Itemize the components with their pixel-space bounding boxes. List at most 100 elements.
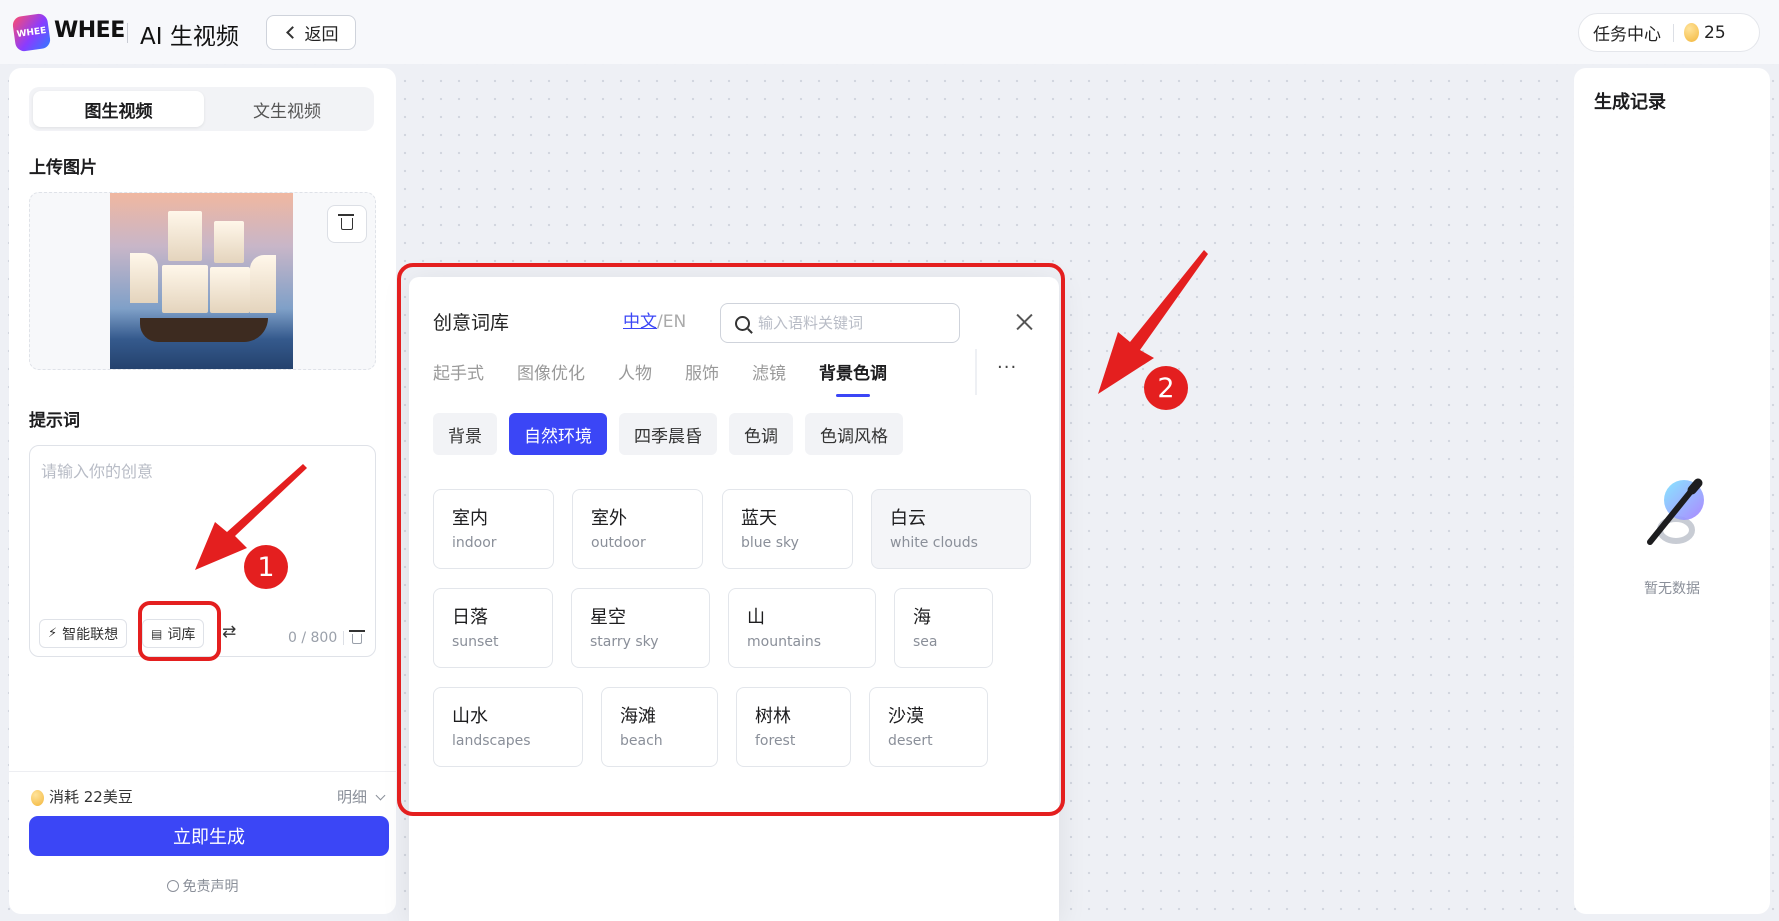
more-tabs-button[interactable]: ···	[997, 357, 1017, 378]
term-zh: 室外	[591, 508, 627, 529]
brand-name: WHEE	[54, 18, 125, 43]
footer-divider	[9, 771, 396, 772]
term-zh: 山	[747, 607, 765, 628]
smart-assoc-button[interactable]: ⚡ 智能联想	[39, 619, 128, 648]
term-card[interactable]: 室内 indoor	[433, 489, 554, 569]
term-card[interactable]: 星空 starry sky	[571, 588, 710, 668]
term-card[interactable]: 山水 landscapes	[433, 687, 583, 767]
term-card[interactable]: 海 sea	[894, 588, 993, 668]
detail-toggle[interactable]: 明细	[337, 786, 386, 807]
subtab-background[interactable]: 背景	[433, 413, 497, 455]
chevron-down-icon	[375, 790, 386, 801]
annotation-badge-2: 2	[1144, 366, 1188, 410]
search-icon	[735, 315, 750, 331]
lexicon-popup: 创意词库 中文/EN 起手式 图像优化 人物 服饰 滤镜 背景色调 ··· 背景…	[409, 277, 1059, 921]
term-zh: 海滩	[620, 706, 656, 727]
tab-filter[interactable]: 滤镜	[752, 359, 786, 389]
term-card[interactable]: 山 mountains	[728, 588, 876, 668]
lexicon-label: 词库	[167, 626, 196, 643]
paintbrush-icon	[1647, 478, 1704, 545]
magic-wand-icon: ⚡	[48, 626, 58, 641]
char-counter: 0 / 800	[288, 630, 338, 646]
term-en: outdoor	[591, 535, 646, 551]
bean-count: 25	[1704, 22, 1726, 43]
subtab-tone[interactable]: 色调	[729, 413, 793, 455]
book-icon: ▤	[151, 626, 163, 641]
uploaded-ship-image	[110, 193, 293, 369]
term-en: starry sky	[590, 634, 659, 650]
brand-divider	[127, 23, 128, 43]
history-title: 生成记录	[1594, 92, 1666, 113]
lexicon-button[interactable]: ▤ 词库	[142, 619, 205, 648]
popup-title: 创意词库	[433, 312, 510, 334]
term-card[interactable]: 白云 white clouds	[871, 489, 1031, 569]
prompt-label: 提示词	[29, 411, 80, 431]
page-title: AI 生视频	[140, 24, 239, 50]
empty-state-text: 暂无数据	[1644, 581, 1700, 597]
pill-divider	[1673, 23, 1674, 42]
whee-logo[interactable]: WHEE	[11, 12, 52, 53]
bean-icon	[31, 789, 44, 806]
term-card[interactable]: 日落 sunset	[433, 588, 553, 668]
delete-image-button[interactable]	[327, 205, 367, 243]
trash-icon	[349, 630, 365, 644]
tab-image-optimize[interactable]: 图像优化	[517, 359, 585, 389]
term-en: beach	[620, 733, 663, 749]
task-center-link[interactable]: 任务中心	[1593, 20, 1661, 45]
annotation-badge-1: 1	[244, 545, 288, 589]
term-zh: 蓝天	[741, 508, 777, 529]
upload-area[interactable]	[29, 192, 376, 370]
trash-icon	[338, 214, 354, 230]
smart-assoc-label: 智能联想	[62, 626, 119, 643]
term-zh: 白云	[890, 508, 926, 529]
cost-info: 消耗 22美豆	[31, 786, 133, 807]
tab-image-to-video[interactable]: 图生视频	[33, 91, 204, 127]
shuffle-icon[interactable]: ⇄	[222, 622, 236, 642]
term-card[interactable]: 蓝天 blue sky	[722, 489, 853, 569]
lang-zh-button[interactable]: 中文	[623, 312, 657, 332]
term-card[interactable]: 沙漠 desert	[869, 687, 988, 767]
term-card[interactable]: 树林 forest	[736, 687, 851, 767]
term-card[interactable]: 室外 outdoor	[572, 489, 703, 569]
subtab-nature[interactable]: 自然环境	[509, 413, 607, 455]
back-button[interactable]: 返回	[266, 15, 356, 50]
tabs-divider	[975, 349, 977, 395]
subtab-tone-style[interactable]: 色调风格	[805, 413, 903, 455]
term-en: sea	[913, 634, 938, 650]
generation-history-panel: 生成记录 暂无数据	[1574, 68, 1770, 914]
upload-label: 上传图片	[29, 158, 97, 178]
tab-clothing[interactable]: 服饰	[685, 359, 719, 389]
lang-en-button[interactable]: EN	[663, 312, 686, 332]
tab-starter[interactable]: 起手式	[433, 359, 484, 389]
clear-prompt-button[interactable]	[349, 630, 365, 644]
generate-button[interactable]: 立即生成	[29, 816, 389, 856]
subtab-seasons[interactable]: 四季晨昏	[619, 413, 717, 455]
info-icon	[166, 880, 179, 892]
subcategory-tabs: 背景 自然环境 四季晨昏 色调 色调风格	[433, 413, 903, 455]
task-center-pill[interactable]: 任务中心 25	[1578, 13, 1760, 52]
disclaimer-label: 免责声明	[182, 879, 239, 895]
tab-character[interactable]: 人物	[618, 359, 652, 389]
keyword-search	[720, 303, 960, 343]
term-zh: 树林	[755, 706, 791, 727]
counter-divider	[343, 631, 344, 645]
term-en: sunset	[452, 634, 499, 650]
close-icon[interactable]	[1013, 311, 1035, 333]
term-zh: 山水	[452, 706, 488, 727]
term-zh: 日落	[452, 607, 488, 628]
cost-text: 消耗 22美豆	[49, 788, 133, 806]
term-en: mountains	[747, 634, 822, 650]
disclaimer-link[interactable]: 免责声明	[9, 876, 396, 896]
keyword-search-input[interactable]	[758, 314, 948, 332]
bean-icon	[1684, 23, 1699, 42]
term-en: indoor	[452, 535, 497, 551]
term-card[interactable]: 海滩 beach	[601, 687, 718, 767]
term-en: forest	[755, 733, 796, 749]
term-en: desert	[888, 733, 933, 749]
tab-text-to-video[interactable]: 文生视频	[204, 91, 370, 127]
chevron-left-icon	[285, 26, 299, 39]
category-tabs: 起手式 图像优化 人物 服饰 滤镜 背景色调	[433, 359, 887, 397]
back-label: 返回	[304, 25, 339, 45]
prompt-placeholder: 请输入你的创意	[41, 462, 154, 481]
tab-background-tone[interactable]: 背景色调	[819, 359, 887, 397]
